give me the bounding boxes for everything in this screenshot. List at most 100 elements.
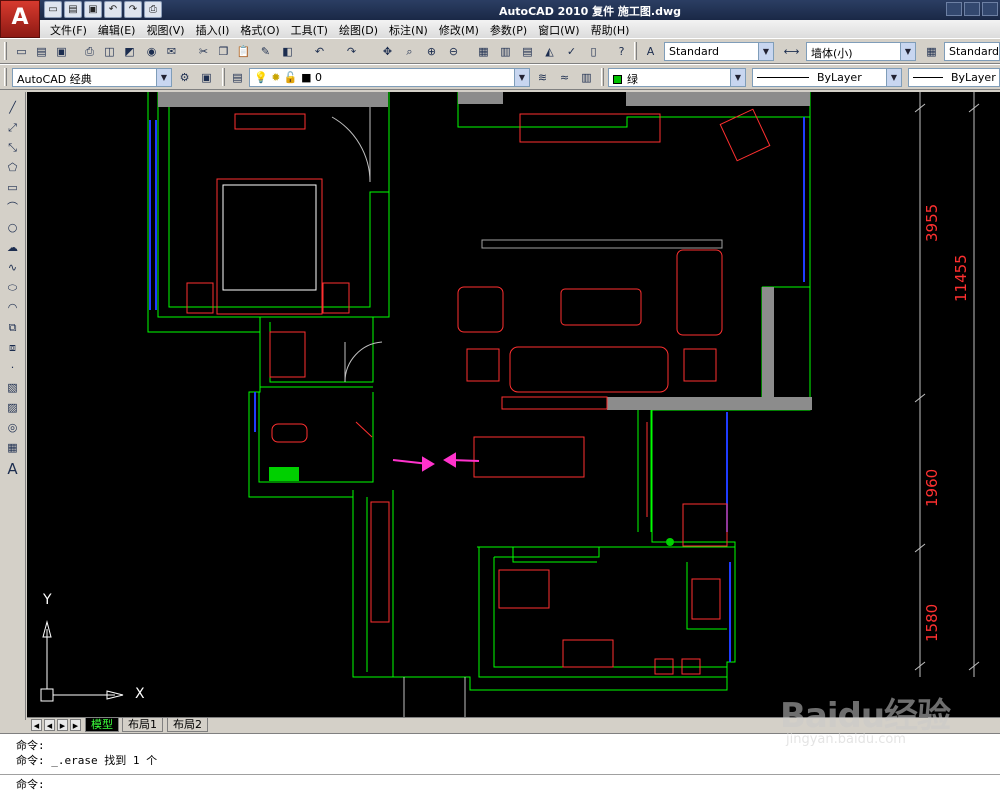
chevron-down-icon[interactable]: ▼: [886, 69, 901, 86]
dimension-text[interactable]: 11455: [952, 254, 970, 302]
dim-style-select[interactable]: 墙体(小) ▼: [806, 42, 916, 61]
toolbar-grip[interactable]: [634, 42, 637, 60]
tool-palettes-icon[interactable]: ▤: [518, 42, 537, 61]
menu-insert[interactable]: 插入(I): [194, 20, 239, 38]
tab-layout1[interactable]: 布局1: [122, 718, 163, 732]
toolbar-grip[interactable]: [4, 42, 7, 60]
plot-preview-icon[interactable]: ◫: [100, 42, 119, 61]
layer-select[interactable]: 💡 ✹ 🔓 ■ 0 ▼: [249, 68, 530, 87]
hatch-icon[interactable]: ▧: [3, 378, 22, 397]
next-tab-icon[interactable]: ▶: [57, 719, 68, 731]
spline-icon[interactable]: ∿: [3, 258, 22, 277]
layer-previous-icon[interactable]: ≈: [555, 68, 574, 87]
menu-draw[interactable]: 绘图(D): [337, 20, 387, 38]
quick-calc-icon[interactable]: ▯: [584, 42, 603, 61]
design-center-icon[interactable]: ▥: [496, 42, 515, 61]
rectangle-icon[interactable]: ▭: [3, 178, 22, 197]
menu-tools[interactable]: 工具(T): [289, 20, 337, 38]
qnew-icon[interactable]: ▭: [12, 42, 31, 61]
chevron-down-icon[interactable]: ▼: [900, 43, 915, 60]
lineweight-select[interactable]: ByLayer: [908, 68, 1000, 87]
point-icon[interactable]: ·: [3, 358, 22, 377]
polygon-icon[interactable]: ⬠: [3, 158, 22, 177]
3d-dwf-icon[interactable]: ◉: [142, 42, 161, 61]
application-menu-button[interactable]: A: [0, 0, 40, 38]
region-icon[interactable]: ◎: [3, 418, 22, 437]
table-icon[interactable]: ▦: [3, 438, 22, 457]
table-style-icon[interactable]: ▦: [922, 42, 941, 61]
table-style-select[interactable]: Standard: [944, 42, 1000, 61]
pan-icon[interactable]: ✥: [378, 42, 397, 61]
chevron-down-icon[interactable]: ▼: [730, 69, 745, 86]
maximize-button[interactable]: [964, 2, 980, 16]
polyline-icon[interactable]: ⤡: [3, 138, 22, 157]
help-icon[interactable]: ?: [612, 42, 631, 61]
menu-window[interactable]: 窗口(W): [536, 20, 588, 38]
chevron-down-icon[interactable]: ▼: [156, 69, 171, 86]
drawing-canvas[interactable]: 3955 11455 1960 1580 Y X: [27, 92, 1000, 717]
prev-tab-icon[interactable]: ◀: [44, 719, 55, 731]
dimension-text[interactable]: 1580: [923, 604, 941, 642]
zoom-realtime-icon[interactable]: ⌕: [400, 42, 419, 61]
text-style-icon[interactable]: A: [641, 42, 660, 61]
menu-view[interactable]: 视图(V): [144, 20, 193, 38]
tab-model[interactable]: 模型: [85, 718, 119, 732]
open-file-icon[interactable]: ▤: [32, 42, 51, 61]
insert-block-icon[interactable]: ⧉: [3, 318, 22, 337]
color-select[interactable]: 绿 ▼: [608, 68, 746, 87]
layer-state-icon[interactable]: ▥: [577, 68, 596, 87]
ellipse-icon[interactable]: ⬭: [3, 278, 22, 297]
arc-icon[interactable]: ⌒: [3, 198, 22, 217]
toolbar-grip[interactable]: [601, 68, 604, 86]
make-block-icon[interactable]: ⧈: [3, 338, 22, 357]
menu-dimension[interactable]: 标注(N): [387, 20, 437, 38]
etransmit-icon[interactable]: ✉: [162, 42, 181, 61]
match-properties-icon[interactable]: ✎: [256, 42, 275, 61]
chevron-down-icon[interactable]: ▼: [514, 69, 529, 86]
linetype-select[interactable]: ByLayer ▼: [752, 68, 902, 87]
copy-icon[interactable]: ❐: [214, 42, 233, 61]
revision-cloud-icon[interactable]: ☁: [3, 238, 22, 257]
dim-style-icon[interactable]: ⟷: [782, 42, 801, 61]
multiline-text-icon[interactable]: A: [3, 460, 22, 479]
properties-icon[interactable]: ▦: [474, 42, 493, 61]
ellipse-arc-icon[interactable]: ◠: [3, 298, 22, 317]
chevron-down-icon[interactable]: ▼: [758, 43, 773, 60]
undo-icon[interactable]: ↶: [310, 42, 329, 61]
cut-icon[interactable]: ✂: [194, 42, 213, 61]
text-style-select[interactable]: Standard ▼: [664, 42, 774, 61]
block-editor-icon[interactable]: ◧: [278, 42, 297, 61]
menu-help[interactable]: 帮助(H): [589, 20, 639, 38]
last-tab-icon[interactable]: ▶: [70, 719, 81, 731]
dimension-text[interactable]: 3955: [923, 204, 941, 242]
first-tab-icon[interactable]: ◀: [31, 719, 42, 731]
menu-edit[interactable]: 编辑(E): [96, 20, 145, 38]
redo-icon[interactable]: ↷: [342, 42, 361, 61]
close-button[interactable]: [982, 2, 998, 16]
menu-file[interactable]: 文件(F): [48, 20, 96, 38]
layer-manager-icon[interactable]: ▤: [228, 68, 247, 87]
workspace-settings-icon[interactable]: ⚙: [175, 68, 194, 87]
minimize-button[interactable]: [946, 2, 962, 16]
dimension-text[interactable]: 1960: [923, 469, 941, 507]
line-icon[interactable]: ╱: [3, 98, 22, 117]
publish-icon[interactable]: ◩: [120, 42, 139, 61]
tab-layout2[interactable]: 布局2: [167, 718, 208, 732]
toolbar-grip[interactable]: [4, 68, 7, 86]
zoom-previous-icon[interactable]: ⊖: [444, 42, 463, 61]
menu-modify[interactable]: 修改(M): [437, 20, 488, 38]
menu-parametric[interactable]: 参数(P): [488, 20, 536, 38]
construction-line-icon[interactable]: ⤢: [3, 118, 22, 137]
markup-icon[interactable]: ✓: [562, 42, 581, 61]
paste-icon[interactable]: 📋: [234, 42, 253, 61]
menu-format[interactable]: 格式(O): [238, 20, 288, 38]
sheet-set-icon[interactable]: ◭: [540, 42, 559, 61]
circle-icon[interactable]: ○: [3, 218, 22, 237]
save-file-icon[interactable]: ▣: [52, 42, 71, 61]
command-input[interactable]: 命令:: [0, 774, 1000, 790]
gradient-icon[interactable]: ▨: [3, 398, 22, 417]
plot-icon[interactable]: ⎙: [80, 42, 99, 61]
make-object-layer-current-icon[interactable]: ≋: [533, 68, 552, 87]
my-workspace-icon[interactable]: ▣: [197, 68, 216, 87]
toolbar-grip[interactable]: [222, 68, 225, 86]
